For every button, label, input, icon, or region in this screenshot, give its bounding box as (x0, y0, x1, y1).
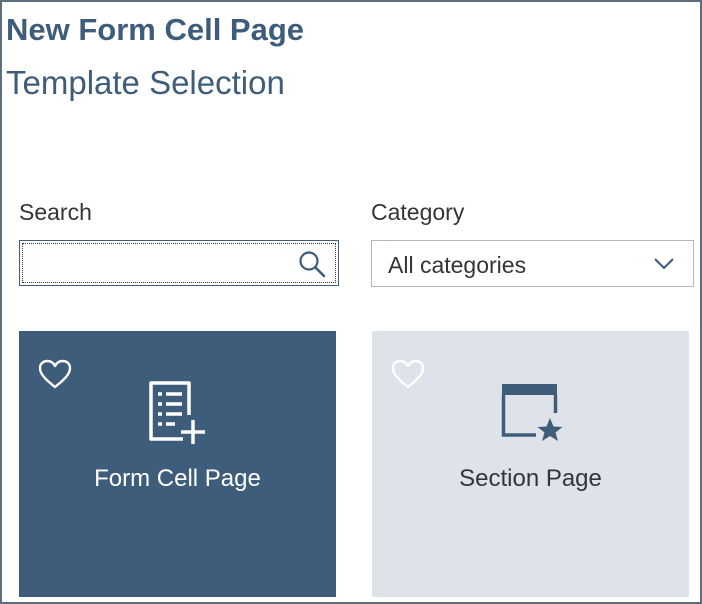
dialog-window: New Form Cell Page Template Selection Se… (0, 0, 702, 604)
chevron-down-icon[interactable] (653, 257, 675, 271)
search-input[interactable] (26, 247, 292, 281)
search-label: Search (19, 199, 92, 225)
template-tile-section-page[interactable]: Section Page (372, 331, 689, 597)
category-select[interactable]: All categories (371, 240, 694, 287)
page-subtitle: Template Selection (6, 64, 285, 101)
tile-label: Form Cell Page (94, 465, 261, 492)
calendar-star-icon (501, 384, 563, 441)
form-add-icon (149, 381, 205, 444)
heart-icon[interactable] (37, 358, 73, 390)
category-select-value: All categories (388, 252, 527, 278)
search-icon[interactable] (298, 250, 326, 278)
category-label: Category (371, 199, 465, 225)
heart-icon[interactable] (390, 358, 426, 390)
search-field[interactable] (19, 240, 339, 286)
page-title: New Form Cell Page (6, 12, 305, 47)
template-tile-form-cell-page[interactable]: Form Cell Page (19, 331, 336, 597)
tile-label: Section Page (459, 465, 602, 492)
